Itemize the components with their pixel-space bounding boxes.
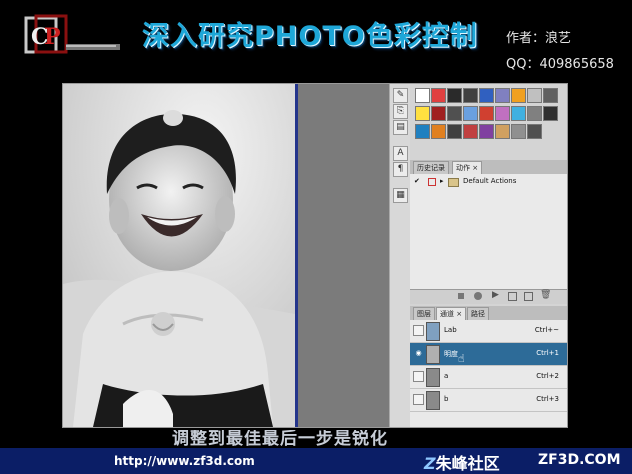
- domain-label: ZF3D.COM: [538, 452, 621, 468]
- visibility-toggle[interactable]: [413, 371, 424, 382]
- history-actions-tabs: 历史记录 动作 ×: [410, 160, 567, 175]
- style-swatch[interactable]: [511, 124, 526, 139]
- style-swatch[interactable]: [479, 124, 494, 139]
- channel-shortcut: Ctrl+2: [536, 372, 559, 380]
- visibility-toggle[interactable]: [413, 394, 424, 405]
- tab-channels[interactable]: 通道 ×: [436, 307, 467, 320]
- play-icon[interactable]: ▶: [492, 290, 499, 300]
- photoshop-screenshot: ✎ ⎘ ▤ A ¶ ▦ 历史记录 动作 × ✔ ▸ Default Action…: [62, 83, 568, 428]
- style-swatch[interactable]: [415, 106, 430, 121]
- new-set-icon[interactable]: [508, 292, 517, 301]
- actions-panel: ✔ ▸ Default Actions: [410, 174, 567, 294]
- actions-panel-footer: ▶ 🗑: [410, 289, 567, 304]
- style-swatch[interactable]: [495, 88, 510, 103]
- style-swatch[interactable]: [543, 88, 558, 103]
- expand-arrow-icon[interactable]: ▸: [440, 176, 444, 187]
- style-swatch[interactable]: [431, 124, 446, 139]
- author-label: 作者：浪艺: [506, 31, 572, 46]
- website-link[interactable]: http://www.zf3d.com: [114, 454, 255, 468]
- style-swatch[interactable]: [543, 106, 558, 121]
- info-icon[interactable]: ▦: [393, 188, 408, 203]
- channel-shortcut: Ctrl+~: [534, 326, 559, 334]
- style-swatch[interactable]: [511, 106, 526, 121]
- check-icon[interactable]: ✔: [414, 176, 420, 187]
- style-swatch[interactable]: [495, 106, 510, 121]
- clone-source-icon[interactable]: ⎘: [393, 104, 408, 119]
- styles-swatch-grid: [413, 86, 563, 146]
- action-set-row[interactable]: ✔ ▸ Default Actions: [412, 176, 562, 187]
- canvas-background: [298, 84, 389, 427]
- style-swatch[interactable]: [415, 88, 430, 103]
- dialog-toggle-icon[interactable]: [428, 178, 436, 186]
- channel-row-lightness[interactable]: ◉ 明度 Ctrl+1 ☝: [410, 343, 567, 366]
- z-logo-icon: Z: [424, 454, 436, 473]
- channel-shortcut: Ctrl+1: [536, 349, 559, 357]
- style-swatch[interactable]: [527, 106, 542, 121]
- style-swatch[interactable]: [447, 88, 462, 103]
- qq-label: QQ：409865658: [506, 57, 614, 72]
- style-swatch[interactable]: [447, 124, 462, 139]
- style-swatch[interactable]: [415, 124, 430, 139]
- tool-preset-icon[interactable]: ▤: [393, 120, 408, 135]
- logo: C P: [22, 14, 124, 58]
- style-swatch[interactable]: [447, 106, 462, 121]
- channel-thumbnail: [426, 322, 440, 341]
- channel-name: 明度: [444, 350, 458, 358]
- style-swatch[interactable]: [463, 106, 478, 121]
- hand-cursor-icon: ☝: [458, 352, 465, 365]
- style-swatch[interactable]: [431, 106, 446, 121]
- channel-name: a: [444, 372, 449, 380]
- action-set-name: Default Actions: [463, 177, 517, 185]
- channel-row-b[interactable]: b Ctrl+3: [410, 389, 567, 412]
- channel-shortcut: Ctrl+3: [536, 395, 559, 403]
- channel-thumbnail: [426, 391, 440, 410]
- tab-history[interactable]: 历史记录: [413, 161, 449, 174]
- new-action-icon[interactable]: [524, 292, 533, 301]
- community-logo-text: Z朱峰社区: [424, 450, 500, 474]
- style-swatch[interactable]: [479, 88, 494, 103]
- style-swatch[interactable]: [527, 124, 542, 139]
- visibility-toggle[interactable]: [413, 325, 424, 336]
- community-name: 朱峰社区: [435, 454, 500, 473]
- character-icon[interactable]: A: [393, 146, 408, 161]
- panel-dock-icons: ✎ ⎘ ▤ A ¶ ▦: [389, 84, 411, 427]
- channel-thumbnail: [426, 368, 440, 387]
- folder-icon: [448, 178, 459, 187]
- slide-title: 深入研究PHOTO色彩控制: [142, 21, 478, 52]
- channel-name: Lab: [444, 326, 457, 334]
- panels-dock: 历史记录 动作 × ✔ ▸ Default Actions ▶ 🗑 图层 通道 …: [410, 84, 567, 427]
- tab-paths[interactable]: 路径: [467, 307, 489, 320]
- style-swatch[interactable]: [511, 88, 526, 103]
- layers-channels-tabs: 图层 通道 × 路径: [410, 306, 567, 321]
- slide-caption: 调整到最佳最后一步是锐化: [172, 430, 388, 446]
- channels-panel: Lab Ctrl+~ ◉ 明度 Ctrl+1 ☝ a Ctrl+2 b Ctrl…: [410, 320, 567, 427]
- style-swatch[interactable]: [495, 124, 510, 139]
- style-swatch[interactable]: [463, 88, 478, 103]
- stop-icon[interactable]: [458, 293, 464, 299]
- paragraph-icon[interactable]: ¶: [393, 162, 408, 177]
- tab-actions[interactable]: 动作 ×: [452, 161, 483, 174]
- svg-text:P: P: [44, 24, 61, 50]
- style-swatch[interactable]: [463, 124, 478, 139]
- record-icon[interactable]: [474, 292, 482, 300]
- channel-row-a[interactable]: a Ctrl+2: [410, 366, 567, 389]
- trash-icon[interactable]: 🗑: [540, 290, 551, 300]
- eye-icon[interactable]: ◉: [413, 348, 424, 359]
- channel-name: b: [444, 395, 449, 403]
- style-swatch[interactable]: [527, 88, 542, 103]
- baby-photo: [63, 84, 295, 427]
- style-swatch[interactable]: [479, 106, 494, 121]
- tab-layers[interactable]: 图层: [413, 307, 435, 320]
- style-swatch[interactable]: [431, 88, 446, 103]
- brush-icon[interactable]: ✎: [393, 88, 408, 103]
- channel-thumbnail: [426, 345, 440, 364]
- channel-row-lab[interactable]: Lab Ctrl+~: [410, 320, 567, 343]
